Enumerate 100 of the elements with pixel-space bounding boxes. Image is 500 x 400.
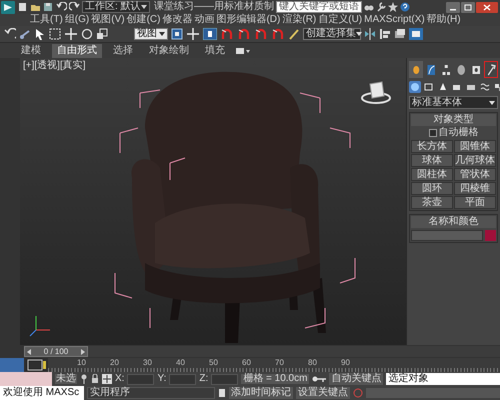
right-arrow-icon	[81, 348, 85, 354]
undo-icon[interactable]	[56, 2, 67, 12]
key-icon[interactable]	[312, 375, 326, 383]
bend-icon	[426, 63, 436, 76]
listener-field[interactable]	[0, 372, 52, 386]
category-button[interactable]	[479, 81, 491, 93]
angle-snap-icon[interactable]	[237, 28, 251, 40]
category-dropdown[interactable]: 标准基本体	[409, 96, 498, 109]
menu-item[interactable]: 渲染(R)	[282, 15, 316, 25]
menu-item[interactable]: 图形编辑器(D)	[216, 15, 280, 25]
x-coordinate-field[interactable]	[127, 374, 154, 384]
object-type-button[interactable]: 平面	[454, 196, 496, 209]
set-key-button[interactable]: 设置关键点	[296, 387, 350, 399]
menu-item[interactable]: MAXScript(X)	[364, 15, 425, 25]
snap-magnet-icon[interactable]	[220, 28, 234, 40]
ribbon-tab[interactable]: 对象绘制	[144, 44, 194, 58]
viewport[interactable]: [+][透视][真实]	[20, 58, 406, 345]
wrench-icon[interactable]	[376, 2, 386, 12]
color-swatch[interactable]	[485, 230, 496, 241]
category-button[interactable]	[423, 81, 435, 93]
object-type-button[interactable]: 圆锥体	[454, 140, 496, 153]
pin-icon[interactable]	[80, 374, 88, 384]
view-dropdown[interactable]: 视图	[134, 28, 168, 40]
new-file-icon[interactable]	[17, 2, 28, 12]
category-button[interactable]	[437, 81, 449, 93]
app-logo-icon[interactable]	[1, 0, 15, 14]
move-icon[interactable]	[64, 28, 78, 40]
undo-arrow-icon[interactable]	[4, 28, 16, 40]
edit-named-selection-icon[interactable]	[288, 28, 300, 40]
transform-mode-icon[interactable]	[102, 374, 112, 384]
selection-set-dropdown[interactable]: 创建选择集	[303, 28, 361, 40]
auto-key-button[interactable]: 自动关键点	[329, 373, 384, 385]
redo-icon[interactable]	[69, 2, 80, 12]
time-slider[interactable]: 0 / 100	[24, 346, 500, 357]
key-mode-dropdown[interactable]: 选定对象	[386, 373, 500, 385]
viewport-label[interactable]: [+][透视][真实]	[23, 61, 86, 71]
tag-icon[interactable]	[218, 388, 226, 398]
move-icon[interactable]	[186, 28, 200, 40]
autogrid-label: 自动栅格	[438, 128, 478, 138]
percent-snap-icon[interactable]	[254, 28, 268, 40]
menu-item[interactable]: 自定义(U)	[318, 15, 362, 25]
align-icon[interactable]	[379, 28, 391, 40]
close-icon[interactable]	[476, 2, 498, 12]
ribbon-tab[interactable]: 建模	[16, 44, 46, 58]
selection-region-icon[interactable]	[49, 28, 61, 40]
y-coordinate-field[interactable]	[169, 374, 196, 384]
menu-item[interactable]: 帮助(H)	[426, 15, 461, 25]
caret-icon	[141, 5, 147, 9]
workspace-dropdown[interactable]: 工作区: 默认	[82, 1, 150, 13]
panel-tab[interactable]	[484, 61, 498, 78]
scene-explorer-icon[interactable]	[409, 28, 423, 40]
ribbon-toggle-icon[interactable]	[236, 46, 250, 54]
add-time-tag-button[interactable]: 添加时间标记	[229, 387, 293, 399]
help-icon[interactable]	[400, 2, 410, 12]
object-type-button[interactable]: 四棱锥	[454, 182, 496, 195]
pivot-icon[interactable]	[171, 28, 183, 40]
layers-icon[interactable]	[394, 28, 406, 40]
snap-toggle-icon[interactable]	[203, 28, 217, 40]
rotate-icon[interactable]	[81, 28, 93, 40]
object-type-button[interactable]: 几何球体	[454, 154, 496, 167]
coordinate-label: X:	[115, 374, 124, 384]
scale-icon[interactable]	[96, 28, 108, 40]
hierarchy-icon	[441, 63, 451, 76]
time-slider-thumb[interactable]: 0 / 100	[24, 346, 88, 357]
helper-icon	[466, 82, 476, 92]
open-folder-icon[interactable]	[30, 2, 41, 12]
object-type-button[interactable]: 长方体	[411, 140, 453, 153]
script-line-field[interactable]: 实用程序	[87, 387, 215, 399]
ribbon-tab[interactable]: 选择	[108, 44, 138, 58]
ribbon-tab[interactable]: 自由形式	[52, 44, 102, 58]
menu-item[interactable]: 工具(T)	[30, 15, 63, 25]
mirror-icon[interactable]	[364, 28, 376, 40]
z-coordinate-field[interactable]	[211, 374, 238, 384]
search-field[interactable]: 键入关键字或短语	[276, 1, 362, 13]
link-icon[interactable]	[19, 28, 31, 40]
star-icon[interactable]	[388, 2, 398, 12]
object-type-button[interactable]: 管状体	[454, 168, 496, 181]
object-type-button[interactable]: 圆柱体	[411, 168, 453, 181]
category-button[interactable]	[409, 81, 421, 93]
name-field[interactable]	[411, 230, 483, 241]
spinner-snap-icon[interactable]	[271, 28, 285, 40]
ribbon-tab[interactable]: 填充	[200, 44, 230, 58]
minimize-icon[interactable]	[446, 2, 460, 12]
save-icon[interactable]	[43, 2, 54, 12]
select-cursor-icon[interactable]	[34, 28, 46, 40]
maximize-icon[interactable]	[461, 2, 475, 12]
rollout-header[interactable]: 对象类型	[411, 114, 496, 126]
lock-icon[interactable]	[91, 374, 99, 384]
menu-item[interactable]: 动画	[194, 15, 214, 25]
menu-item[interactable]: 创建(C)	[126, 15, 160, 25]
menu-item[interactable]: 修改器	[162, 15, 192, 25]
menu-item[interactable]: 视图(V)	[91, 15, 125, 25]
welcome-text: 欢迎使用 MAXSc	[0, 386, 84, 400]
menu-item[interactable]: 组(G)	[64, 15, 90, 25]
autogrid-checkbox[interactable]	[428, 129, 436, 137]
viewcube-icon[interactable]	[361, 81, 391, 104]
rollout-header[interactable]: 名称和颜色	[411, 216, 496, 228]
object-type-button[interactable]: 茶壶	[411, 196, 453, 209]
object-type-button[interactable]: 球体	[411, 154, 453, 167]
object-type-button[interactable]: 圆环	[411, 182, 453, 195]
